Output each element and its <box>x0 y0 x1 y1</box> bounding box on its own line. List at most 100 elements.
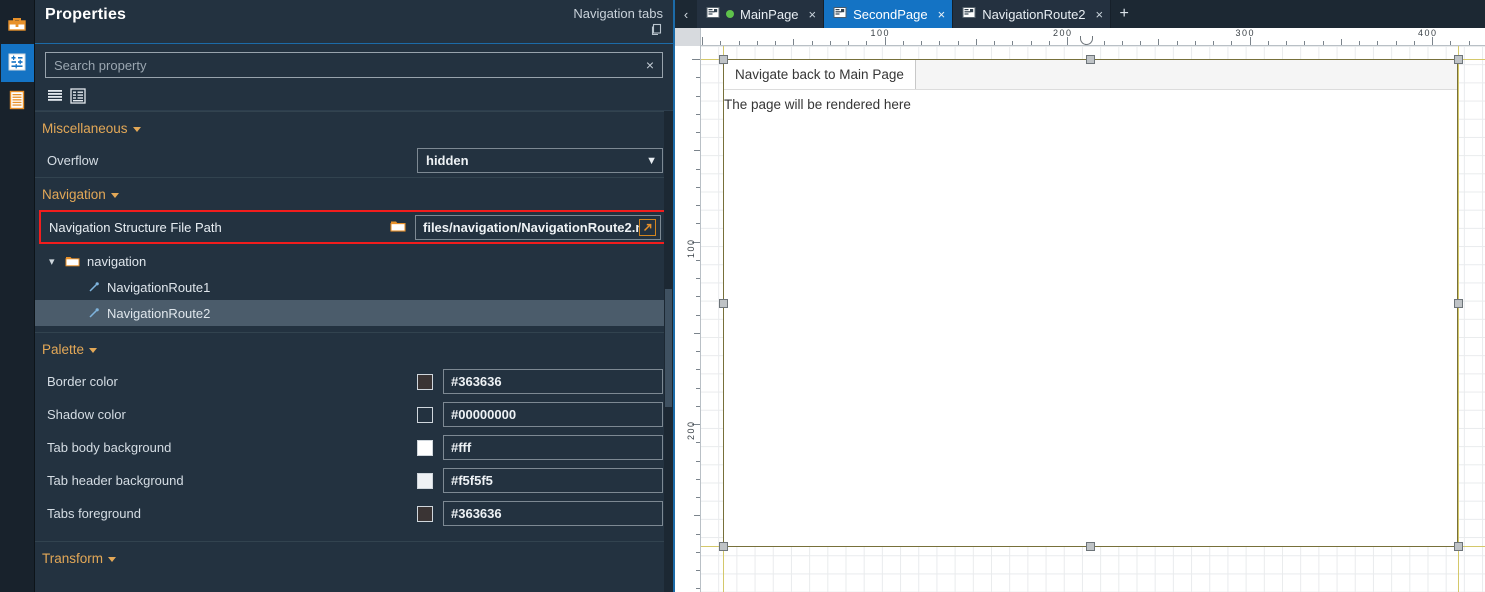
sidebar-item-toolbox[interactable] <box>1 6 34 44</box>
ruler-tick <box>738 41 740 45</box>
properties-scroll-area: Miscellaneous Overflow hidden ▼ Navigati… <box>35 110 673 592</box>
ruler-tick <box>1158 39 1160 45</box>
resize-handle-bottom-right[interactable] <box>1454 542 1463 551</box>
ruler-tick <box>1395 41 1397 45</box>
color-input-border-color[interactable]: #363636 <box>443 369 663 394</box>
ruler-tick <box>696 95 700 97</box>
horizontal-ruler[interactable]: 100 200 300 400 <box>675 28 1485 46</box>
ruler-tick <box>1213 41 1214 45</box>
color-input-shadow-color[interactable]: #00000000 <box>443 402 663 427</box>
color-swatch-tab-body-background[interactable] <box>417 439 433 456</box>
tab-scroll-left-button[interactable]: ‹ <box>675 0 697 28</box>
ruler-tick <box>1286 41 1287 45</box>
ruler-tick <box>694 150 700 152</box>
design-canvas[interactable]: Navigate back to Main Page The page will… <box>701 46 1485 592</box>
copy-icon[interactable] <box>650 23 663 39</box>
chevron-down-icon[interactable]: ▾ <box>49 255 61 268</box>
guide-marker[interactable] <box>1080 36 1093 45</box>
property-label-border-color: Border color <box>47 374 118 389</box>
color-value-tabs-foreground: #363636 <box>451 506 502 521</box>
category-view-icon[interactable] <box>70 88 86 104</box>
widget-tab-navigate-back[interactable]: Navigate back to Main Page <box>724 60 916 89</box>
tree-row-navigation-route-2[interactable]: NavigationRoute2 <box>35 300 673 326</box>
page-file-icon <box>962 6 976 22</box>
overflow-select[interactable]: hidden ▼ <box>417 148 663 173</box>
ruler-label-v: 100 <box>686 237 696 258</box>
resize-handle-top-right[interactable] <box>1454 55 1463 64</box>
ruler-tick <box>1304 41 1306 45</box>
ruler-tick <box>696 533 700 535</box>
guide-vertical-right[interactable] <box>1458 46 1459 592</box>
color-input-tabs-foreground[interactable]: #363636 <box>443 501 663 526</box>
resize-handle-middle-right[interactable] <box>1454 299 1463 308</box>
section-header-navigation[interactable]: Navigation <box>35 177 673 210</box>
resize-handle-middle-left[interactable] <box>719 299 728 308</box>
ruler-tick <box>1048 41 1050 45</box>
ruler-tick <box>696 387 700 389</box>
color-input-tab-body-background[interactable]: #fff <box>443 435 663 460</box>
ruler-tick <box>1377 41 1379 45</box>
ruler-tick <box>775 41 776 45</box>
ruler-tick <box>921 41 922 45</box>
sidebar-item-outline[interactable] <box>1 82 34 120</box>
properties-scrollbar[interactable] <box>664 111 673 592</box>
ruler-tick <box>696 551 700 553</box>
close-icon[interactable]: × <box>805 7 817 22</box>
resize-handle-top-left[interactable] <box>719 55 728 64</box>
properties-scrollbar-thumb[interactable] <box>665 289 672 407</box>
close-icon[interactable]: × <box>934 7 946 22</box>
ruler-label-v: 200 <box>686 420 696 440</box>
ruler-tick <box>1322 41 1324 45</box>
close-icon[interactable]: × <box>1092 7 1104 22</box>
ruler-tick <box>866 41 868 45</box>
ruler-tick <box>696 205 700 206</box>
ruler-tick <box>1067 37 1068 45</box>
section-label-palette: Palette <box>42 342 85 357</box>
property-row-shadow-color: Shadow color #00000000 <box>35 398 673 431</box>
section-header-palette[interactable]: Palette <box>35 332 673 365</box>
property-control-border-color: #363636 <box>417 369 663 394</box>
ruler-tick <box>696 405 700 407</box>
chevron-down-icon: ▼ <box>646 154 657 167</box>
ruler-tick <box>692 59 700 60</box>
property-row-navigation-structure-file-path: Navigation Structure File Path files/nav… <box>41 212 667 242</box>
clear-search-icon[interactable]: × <box>640 57 654 73</box>
color-value-border-color: #363636 <box>451 374 502 389</box>
color-swatch-tabs-foreground[interactable] <box>417 505 433 522</box>
search-input[interactable] <box>54 57 640 73</box>
section-header-transform[interactable]: Transform <box>35 541 673 574</box>
sidebar-item-properties[interactable] <box>0 44 34 82</box>
open-external-icon[interactable] <box>639 218 656 236</box>
color-value-tab-header-background: #f5f5f5 <box>451 473 493 488</box>
view-toggle-group <box>35 82 673 110</box>
search-property-box[interactable]: × <box>45 52 663 78</box>
navigation-file-path-input[interactable]: files/navigation/NavigationRoute2.nav <box>415 214 661 240</box>
resize-handle-bottom-center[interactable] <box>1086 542 1095 551</box>
properties-panel-header: Properties Navigation tabs <box>35 0 673 44</box>
color-swatch-shadow-color[interactable] <box>417 406 433 423</box>
folder-icon[interactable] <box>390 219 406 236</box>
resize-handle-bottom-left[interactable] <box>719 542 728 551</box>
ruler-tick <box>696 77 700 79</box>
page-file-icon <box>706 6 720 22</box>
section-header-miscellaneous[interactable]: Miscellaneous <box>35 111 673 144</box>
ruler-label-h: 300 <box>1235 28 1256 38</box>
color-swatch-tab-header-background[interactable] <box>417 472 433 489</box>
tab-navigationroute2[interactable]: NavigationRoute2 × <box>953 0 1112 28</box>
navigation-tabs-widget[interactable]: Navigate back to Main Page The page will… <box>723 59 1458 547</box>
ruler-tick <box>696 442 700 444</box>
add-tab-button[interactable]: + <box>1111 0 1137 28</box>
ruler-label-h: 100 <box>870 28 891 38</box>
vertical-ruler[interactable]: 100 200 <box>675 46 701 592</box>
tree-row-navigation-folder[interactable]: ▾ navigation <box>35 248 673 274</box>
tree-row-navigation-route-1[interactable]: NavigationRoute1 <box>35 274 673 300</box>
property-label-tab-body-background: Tab body background <box>47 440 172 455</box>
route-link-icon <box>87 307 100 320</box>
flat-list-view-icon[interactable] <box>47 88 63 104</box>
tab-secondpage[interactable]: SecondPage × <box>824 0 954 28</box>
resize-handle-top-center[interactable] <box>1086 55 1095 64</box>
tab-mainpage[interactable]: MainPage × <box>697 0 825 28</box>
ruler-tick <box>696 132 700 133</box>
color-input-tab-header-background[interactable]: #f5f5f5 <box>443 468 663 493</box>
color-swatch-border-color[interactable] <box>417 373 433 390</box>
